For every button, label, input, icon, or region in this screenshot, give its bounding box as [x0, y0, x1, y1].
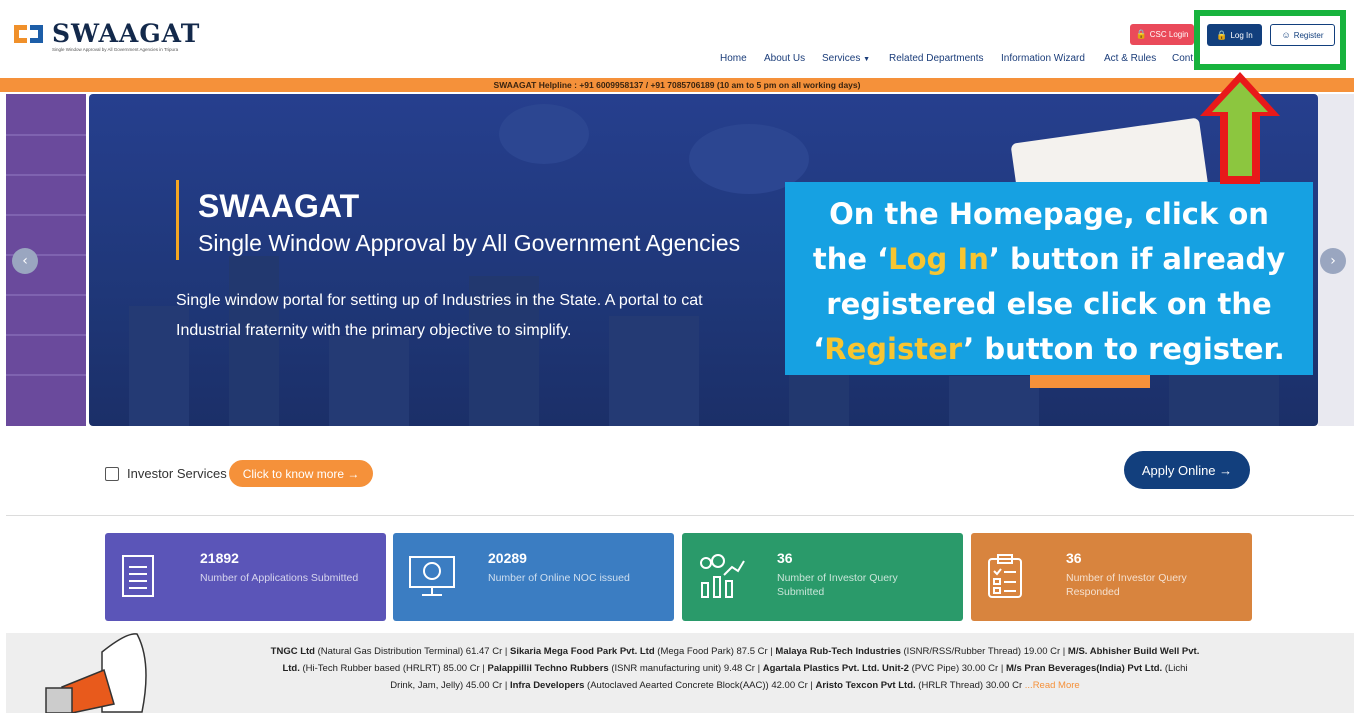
swaagat-logo[interactable]: SWAAGAT Single Window Approval by All Go…: [14, 19, 201, 52]
hero-description-line-1: Single window portal for setting up of I…: [176, 292, 703, 309]
stat-value: 21892: [200, 550, 239, 566]
chevron-down-icon: ▼: [863, 56, 871, 63]
stat-label: Number of Investor Query Submitted: [777, 572, 898, 598]
nav-contact[interactable]: Cont: [1172, 53, 1193, 64]
page: SWAAGAT Single Window Approval by All Go…: [0, 0, 1354, 713]
hero-subtitle: Single Window Approval by All Government…: [198, 230, 741, 256]
ticker-company-name: Palappillil Techno Rubbers: [487, 663, 609, 674]
callout-login-highlight: Log In: [888, 242, 989, 276]
login-button[interactable]: 🔒 Log In: [1207, 24, 1262, 46]
ticker-company-detail: (Mega Food Park) 87.5 Cr |: [654, 646, 776, 657]
stat-card-query-responded: 36 Number of Investor Query Responded: [971, 533, 1252, 621]
stat-value: 36: [1066, 550, 1082, 566]
ticker-company-detail: (Natural Gas Distribution Terminal) 61.4…: [314, 646, 510, 657]
ticker-company-detail: (HRLR Thread) 30.00 Cr: [915, 680, 1025, 691]
ticker-company-detail: (Autoclaved Aearted Concrete Block(AAC))…: [584, 680, 816, 691]
stat-value: 20289: [488, 550, 527, 566]
section-divider: [6, 515, 1354, 516]
clipboard-checklist-icon: [988, 554, 1022, 598]
callout-line-4: ‘Register’ button to register.: [813, 332, 1285, 366]
hero-title: SWAAGAT: [198, 188, 360, 224]
ticker-company-name: M/s Pran Beverages(India) Pvt Ltd.: [1005, 663, 1163, 674]
callout-line-2: the ‘Log In’ button if already: [812, 242, 1286, 276]
carousel-prev-button[interactable]: ‹: [12, 248, 38, 274]
callout-register-highlight: Register: [824, 332, 964, 366]
site-header: SWAAGAT Single Window Approval by All Go…: [0, 0, 1354, 78]
callout-line-3: registered else click on the: [826, 287, 1272, 321]
investor-services: Investor Services Click to know more →: [105, 460, 374, 487]
apply-online-button[interactable]: Apply Online →: [1124, 451, 1250, 489]
callout-line-1: On the Homepage, click on: [829, 197, 1269, 231]
ticker-company-name: Infra Developers: [509, 680, 585, 691]
hero-accent-bar: [176, 180, 179, 260]
register-button[interactable]: ☺ Register: [1270, 24, 1335, 46]
ticker-company-detail: (ISNR manufacturing unit) 9.48 Cr |: [608, 663, 763, 674]
know-more-button[interactable]: Click to know more →: [228, 460, 374, 487]
nav-home[interactable]: Home: [720, 53, 747, 64]
nav-services-label: Services: [822, 53, 861, 64]
helpline-bar: SWAAGAT Helpline : +91 6009958137 / +91 …: [0, 78, 1354, 92]
investor-services-icon: [105, 466, 119, 481]
csc-login-label: CSC Login: [1149, 30, 1189, 39]
megaphone-icon: [45, 633, 147, 713]
nav-act-rules[interactable]: Act & Rules: [1104, 53, 1156, 64]
stat-label: Number of Investor Query Responded: [1066, 572, 1187, 598]
investor-growth-icon: [700, 554, 745, 598]
ticker-company-detail: (Hi-Tech Rubber based (HRLRT) 85.00 Cr |: [299, 663, 488, 674]
read-more-link[interactable]: ...Read More: [1025, 680, 1080, 691]
nav-information-wizard[interactable]: Information Wizard: [1001, 53, 1085, 64]
logo-mark-icon: [14, 22, 46, 48]
ticker-company-name: Aristo Texcon Pvt Ltd.: [815, 680, 916, 691]
register-label: Register: [1293, 30, 1324, 40]
ticker-company-detail: (PVC Pipe) 30.00 Cr |: [908, 663, 1006, 674]
up-arrow-icon: [1200, 72, 1280, 184]
logo-title: SWAAGAT: [52, 19, 201, 48]
stat-value: 36: [777, 550, 793, 566]
ticker-text: TNGC Ltd (Natural Gas Distribution Termi…: [270, 643, 1200, 694]
stat-label: Number of Applications Submitted: [200, 572, 359, 584]
login-label: Log In: [1230, 30, 1253, 40]
nav-about-us[interactable]: About Us: [764, 53, 805, 64]
ticker-company-name: TNGC Ltd: [270, 646, 315, 657]
hero-description-line-2: Industrial fraternity with the primary o…: [176, 322, 572, 339]
document-list-icon: [122, 555, 154, 597]
ticker-company-name: Agartala Plastics Pvt. Ltd. Unit-2: [762, 663, 909, 674]
carousel-next-button[interactable]: ›: [1320, 248, 1346, 274]
stat-card-noc: 20289 Number of Online NOC issued: [393, 533, 674, 621]
user-icon: ☺: [1281, 30, 1291, 40]
stat-card-applications: 21892 Number of Applications Submitted: [105, 533, 386, 621]
lock-icon: 🔒: [1135, 29, 1147, 39]
stat-card-query-submitted: 36 Number of Investor Query Submitted: [682, 533, 963, 621]
chevron-left-icon: ‹: [22, 253, 28, 269]
instruction-callout: On the Homepage, click on the ‘Log In’ b…: [785, 182, 1313, 375]
investor-services-label: Investor Services: [127, 466, 227, 481]
ticker-company-name: Malaya Rub-Tech Industries: [775, 646, 901, 657]
ticker-company-detail: (ISNR/RSS/Rubber Thread) 19.00 Cr |: [900, 646, 1068, 657]
monitor-certificate-icon: [409, 556, 455, 596]
stat-label: Number of Online NOC issued: [488, 572, 630, 584]
nav-services[interactable]: Services ▼: [822, 53, 870, 64]
chevron-right-icon: ›: [1330, 253, 1336, 269]
nav-related-departments[interactable]: Related Departments: [889, 53, 984, 64]
logo-subtitle: Single Window Approval by All Government…: [52, 47, 179, 52]
lock-icon: 🔒: [1216, 29, 1228, 40]
ticker-company-name: Sikaria Mega Food Park Pvt. Ltd: [510, 646, 655, 657]
csc-login-button[interactable]: 🔒 CSC Login: [1130, 24, 1194, 45]
